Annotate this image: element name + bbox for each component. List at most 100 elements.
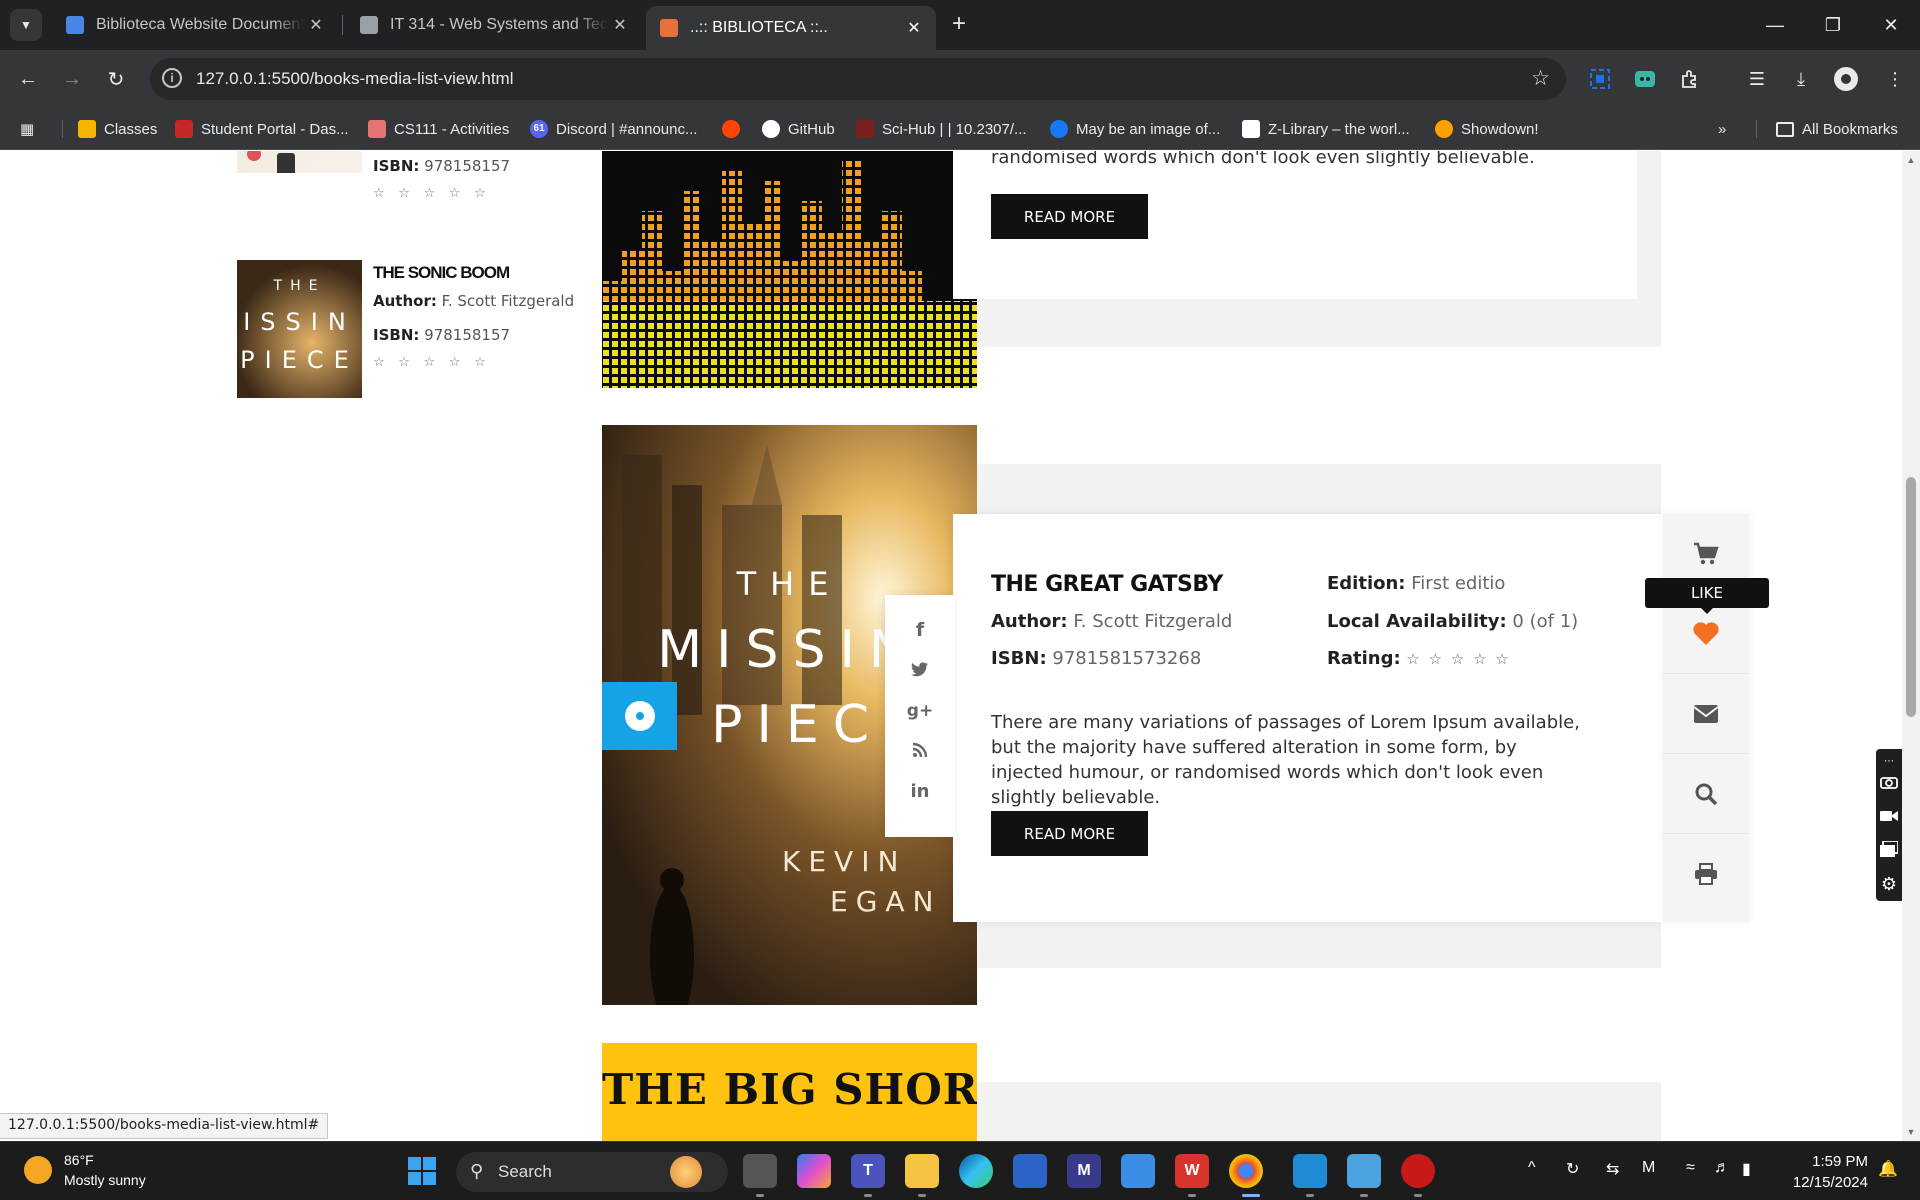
discord-icon: 61 <box>530 120 548 138</box>
photos-icon[interactable] <box>1347 1154 1381 1188</box>
snip-menu-icon[interactable]: ⋯ <box>1880 753 1898 771</box>
gear-icon[interactable]: ⚙ <box>1880 875 1898 893</box>
scroll-down-arrow[interactable]: ▼ <box>1906 1127 1916 1137</box>
prev-book-cover[interactable] <box>602 151 977 388</box>
vscode-icon[interactable] <box>1293 1154 1327 1188</box>
book-title[interactable]: THE GREAT GATSBY <box>991 572 1223 597</box>
settings-tray-icon[interactable]: ⇆ <box>1606 1159 1619 1179</box>
reload-button[interactable]: ↻ <box>100 63 132 95</box>
chrome-icon[interactable] <box>1229 1154 1263 1188</box>
scroll-thumb[interactable] <box>1906 477 1916 717</box>
chrome-menu-icon[interactable]: ⋮ <box>1882 66 1908 92</box>
site-info-icon[interactable]: i <box>162 68 182 88</box>
wps-office-icon[interactable]: W <box>1175 1154 1209 1188</box>
file-explorer-icon[interactable] <box>905 1154 939 1188</box>
bookmark-scihub[interactable]: Sci-Hub | | 10.2307/... <box>856 117 1027 141</box>
tab-search-button[interactable]: ▼ <box>10 9 42 41</box>
bookmark-zlibrary[interactable]: Z-Library – the worl... <box>1242 117 1410 141</box>
record-icon[interactable] <box>1401 1154 1435 1188</box>
taskbar-search-box[interactable]: ⚲ Search <box>456 1152 728 1192</box>
sync-icon[interactable]: ↻ <box>1566 1159 1579 1179</box>
media-control-icon[interactable]: ☰ <box>1744 66 1770 92</box>
read-more-button[interactable]: READ MORE <box>991 194 1148 239</box>
more-bookmarks-icon[interactable]: » <box>1718 117 1726 141</box>
screenshot-extension-icon[interactable] <box>1587 66 1613 92</box>
apps-grid-icon[interactable]: ▦ <box>20 117 34 141</box>
onedrive-icon[interactable] <box>1121 1154 1155 1188</box>
rating-stars[interactable]: ☆ ☆ ☆ ☆ ☆ <box>373 354 491 370</box>
page-scrollbar[interactable]: ▲ ▼ <box>1902 151 1920 1141</box>
battery-icon[interactable]: ▮ <box>1742 1159 1751 1179</box>
bookmark-cs111[interactable]: CS111 - Activities <box>368 117 509 141</box>
show-hidden-icons[interactable]: ^ <box>1528 1159 1536 1177</box>
teams-icon[interactable]: T <box>851 1154 885 1188</box>
tab-biblioteca-docs[interactable]: Biblioteca Website Documentat ✕ <box>52 6 338 44</box>
bookmark-reddit[interactable] <box>722 117 748 141</box>
bookmark-discord[interactable]: 61 Discord | #announc... <box>530 117 697 141</box>
minimize-button[interactable]: — <box>1746 0 1804 50</box>
google-plus-share-icon[interactable]: g+ <box>885 701 955 721</box>
rss-share-icon[interactable] <box>885 741 955 763</box>
extensions-puzzle-icon[interactable] <box>1677 66 1703 92</box>
tab-title: IT 314 - Web Systems and Techn <box>390 16 608 33</box>
extension-icon[interactable] <box>1632 66 1658 92</box>
bookmark-github[interactable]: GitHub <box>762 117 835 141</box>
weather-widget[interactable]: 86°F Mostly sunny <box>24 1152 164 1192</box>
microsoft-store-icon[interactable] <box>1013 1154 1047 1188</box>
profile-avatar[interactable] <box>1834 67 1858 91</box>
bookmark-classes[interactable]: Classes <box>78 117 157 141</box>
rating-stars[interactable]: ☆ ☆ ☆ ☆ ☆ <box>373 185 491 201</box>
bookmark-showdown[interactable]: Showdown! <box>1435 117 1539 141</box>
close-tab-icon[interactable]: ✕ <box>304 15 328 35</box>
sidebar-book-title[interactable]: THE SONIC BOOM <box>373 263 510 283</box>
scroll-up-arrow[interactable]: ▲ <box>1906 155 1916 165</box>
sidebar-book-1[interactable]: ISBN: 978158157 ☆ ☆ ☆ ☆ ☆ <box>237 151 577 200</box>
system-clock[interactable]: 1:59 PM 12/15/2024 <box>1788 1151 1868 1193</box>
close-window-button[interactable]: ✕ <box>1862 0 1920 50</box>
windows-start-icon[interactable] <box>405 1154 439 1188</box>
book-cover-thumbnail[interactable]: THE ISSIN PIECE <box>237 260 362 398</box>
rating-stars[interactable]: ☆ ☆ ☆ ☆ ☆ <box>1406 650 1510 668</box>
tab-biblioteca[interactable]: ..:: BIBLIOTECA ::.. ✕ <box>646 6 936 50</box>
volume-icon[interactable]: ♬ <box>1714 1159 1730 1177</box>
linkedin-share-icon[interactable]: in <box>885 781 955 802</box>
app-m-icon[interactable]: M <box>1067 1154 1101 1188</box>
downloads-icon[interactable]: ⤓ <box>1788 66 1814 92</box>
tab-it314[interactable]: IT 314 - Web Systems and Techn ✕ <box>346 6 642 44</box>
book-cover-thumbnail[interactable] <box>237 151 362 173</box>
new-tab-button[interactable]: + <box>944 10 974 40</box>
sidebar-book-2[interactable]: THE ISSIN PIECE THE SONIC BOOM Author: F… <box>237 260 577 400</box>
facebook-share-icon[interactable]: f <box>885 619 955 641</box>
bookmark-star-icon[interactable]: ☆ <box>1531 66 1550 91</box>
read-more-button[interactable]: READ MORE <box>991 811 1148 856</box>
bookmark-facebook[interactable]: May be an image of... <box>1050 117 1220 141</box>
all-bookmarks[interactable]: All Bookmarks <box>1776 117 1898 141</box>
camera-icon[interactable] <box>1880 775 1898 793</box>
back-button[interactable]: ← <box>12 63 44 95</box>
video-camera-icon[interactable] <box>1880 809 1898 827</box>
close-tab-icon[interactable]: ✕ <box>608 15 632 35</box>
print-button[interactable] <box>1663 834 1749 914</box>
notification-bell-icon[interactable]: 🔔 <box>1878 1159 1898 1179</box>
twitter-share-icon[interactable] <box>885 661 955 683</box>
book-availability: Local Availability: 0 (of 1) <box>1327 611 1579 632</box>
phone-illustration <box>277 153 295 173</box>
search-button[interactable] <box>1663 754 1749 834</box>
forward-button[interactable]: → <box>56 63 88 95</box>
copilot-icon[interactable] <box>797 1154 831 1188</box>
email-button[interactable] <box>1663 674 1749 754</box>
bookmark-student-portal[interactable]: Student Portal - Das... <box>175 117 349 141</box>
edge-icon[interactable] <box>959 1154 993 1188</box>
task-view-icon[interactable] <box>743 1154 777 1188</box>
app-tray-icon[interactable]: M <box>1642 1159 1655 1177</box>
close-tab-icon[interactable]: ✕ <box>902 18 926 38</box>
next-book-cover[interactable]: THE BIG SHORT <box>602 1043 977 1141</box>
windows-taskbar: 86°F Mostly sunny ⚲ Search T M W ^ ↻ ⇆ M… <box>0 1141 1920 1200</box>
sunny-weather-icon <box>24 1156 52 1184</box>
wifi-icon[interactable]: ≈ <box>1686 1159 1695 1177</box>
url-text[interactable]: 127.0.0.1:5500/books-media-list-view.htm… <box>196 69 514 89</box>
address-bar[interactable]: i 127.0.0.1:5500/books-media-list-view.h… <box>150 58 1566 100</box>
clock-date: 12/15/2024 <box>1792 1174 1868 1191</box>
restore-button[interactable]: ❐ <box>1804 0 1862 50</box>
window-capture-icon[interactable] <box>1880 840 1899 859</box>
